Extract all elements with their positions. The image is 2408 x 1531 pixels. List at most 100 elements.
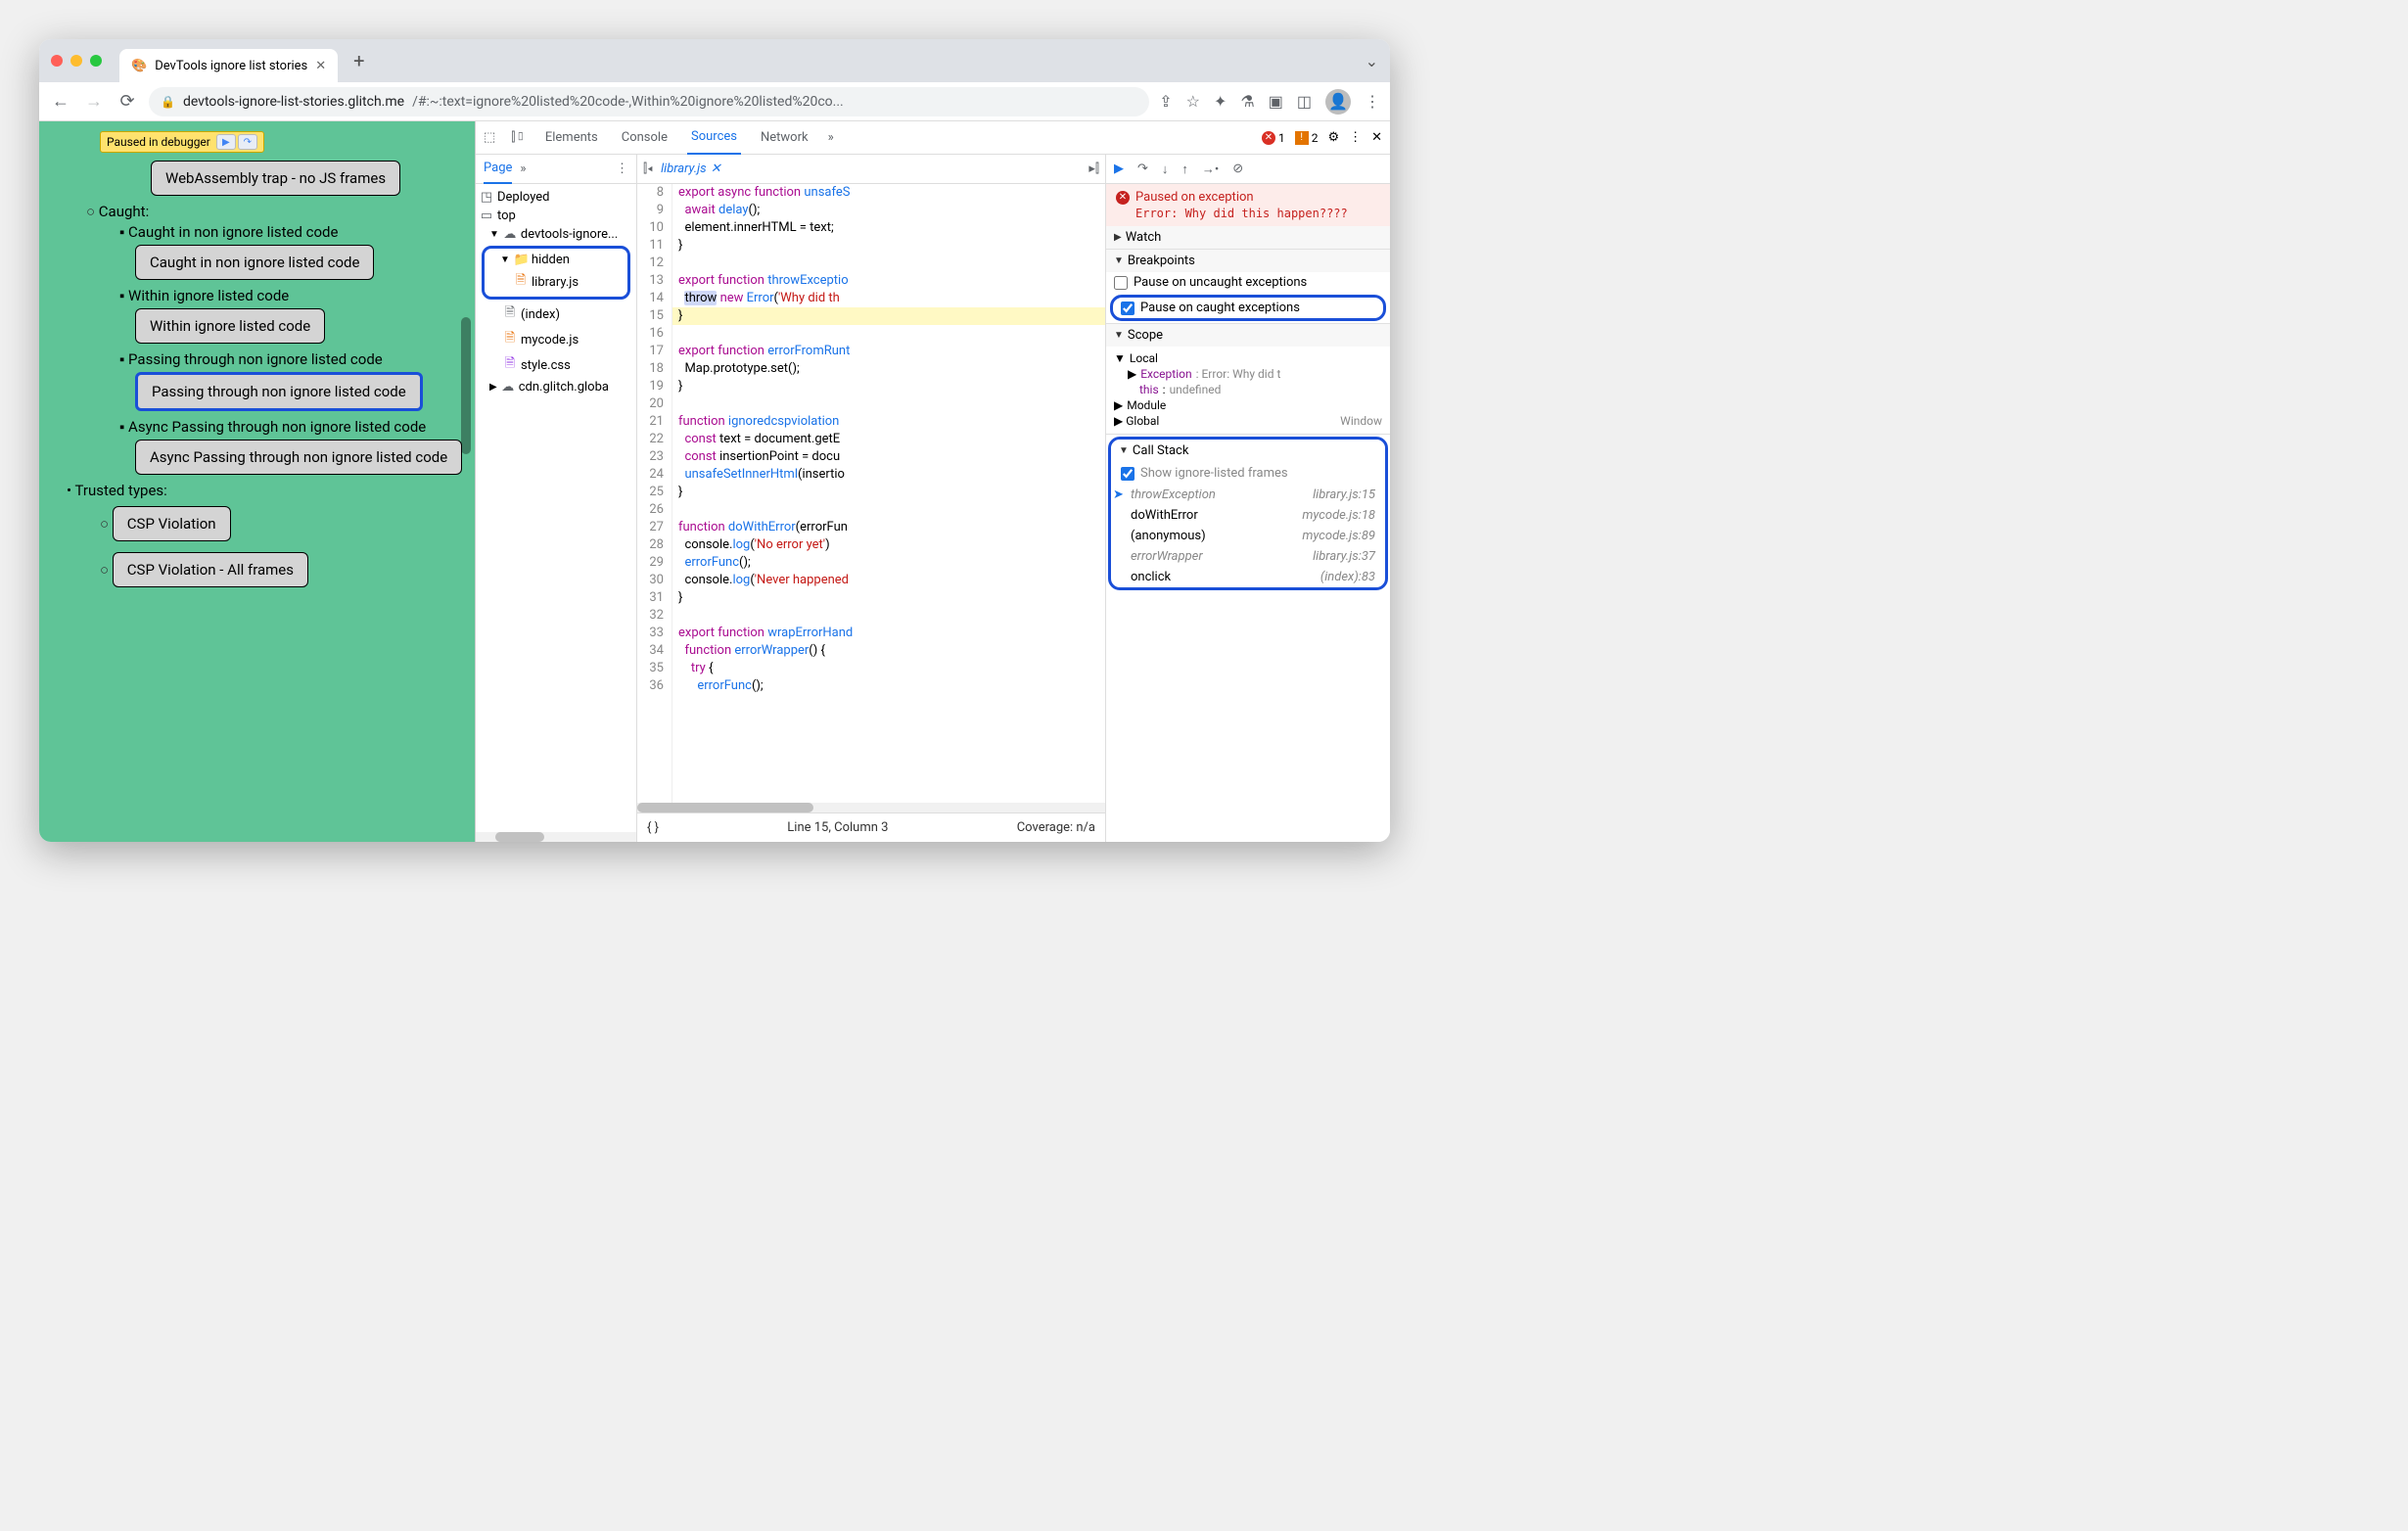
lock-icon: 🔒 <box>161 95 175 109</box>
toggle-sidebar-icon[interactable]: ▸⫿ <box>1088 162 1099 176</box>
menu-icon[interactable]: ⋮ <box>1365 92 1380 111</box>
browser-tab[interactable]: 🎨 DevTools ignore list stories ✕ <box>119 49 338 82</box>
devtools-body: Page » ⋮ ◳Deployed ▭top ▼☁devtools-ignor… <box>476 155 1390 842</box>
titlebar: 🎨 DevTools ignore list stories ✕ + ⌄ <box>39 39 1390 82</box>
within-button[interactable]: Within ignore listed code <box>135 308 325 344</box>
extension-icon-2[interactable]: ◫ <box>1297 92 1312 111</box>
address-bar[interactable]: 🔒 devtools-ignore-list-stories.glitch.me… <box>149 87 1149 116</box>
code-area[interactable]: 8910111213141516171819202122232425262728… <box>637 184 1105 803</box>
tree-index[interactable]: 🗎(index) <box>476 302 636 327</box>
tree-hidden-folder[interactable]: ▼📁hidden <box>486 251 625 269</box>
paused-label: Paused in debugger <box>107 135 210 149</box>
tree-style-css[interactable]: 🗎style.css <box>476 352 636 378</box>
extensions-icon[interactable]: ✦ <box>1214 92 1227 111</box>
callstack-frame[interactable]: throwExceptionlibrary.js:15 <box>1111 485 1385 505</box>
page-scrollbar[interactable] <box>461 317 471 454</box>
toolbar-actions: ⇪ ☆ ✦ ⚗ ▣ ◫ 👤 ⋮ <box>1159 89 1380 115</box>
debugger-toolbar: ▶ ↷ ↓ ↑ →• ⊘ <box>1106 155 1390 184</box>
close-tab-button[interactable]: ✕ <box>315 59 326 73</box>
callstack-frame[interactable]: doWithErrormycode.js:18 <box>1111 505 1385 526</box>
labs-icon[interactable]: ⚗ <box>1240 92 1254 111</box>
pause-caught-checkbox[interactable]: Pause on caught exceptions <box>1113 298 1383 318</box>
close-file-icon[interactable]: ✕ <box>711 162 721 176</box>
scope-panel-header[interactable]: ▼Scope <box>1106 324 1390 347</box>
within-li: Within ignore listed code <box>128 287 289 304</box>
errors-badge[interactable]: ✕1 <box>1262 131 1285 145</box>
tree-top[interactable]: ▭top <box>476 207 636 225</box>
paused-on-exception: ✕Paused on exception Error: Why did this… <box>1106 184 1390 226</box>
resume-icon[interactable]: ▶ <box>216 134 236 150</box>
resume-button[interactable]: ▶ <box>1114 162 1124 176</box>
page-viewport: Paused in debugger ▶ ↷ WebAssembly trap … <box>39 121 475 842</box>
share-icon[interactable]: ⇪ <box>1159 92 1172 111</box>
callstack-frame[interactable]: (anonymous)mycode.js:89 <box>1111 526 1385 546</box>
editor-status-bar: { } Line 15, Column 3 Coverage: n/a <box>637 812 1105 842</box>
caught-button[interactable]: Caught in non ignore listed code <box>135 245 374 280</box>
code-horizontal-scrollbar[interactable] <box>637 803 1105 812</box>
tab-favicon: 🎨 <box>131 59 147 73</box>
more-tabs-icon[interactable]: » <box>828 130 834 145</box>
maximize-window-button[interactable] <box>90 55 102 67</box>
format-icon[interactable]: { } <box>647 820 659 835</box>
scope-exception[interactable]: ▶Exception: Error: Why did t <box>1114 366 1382 382</box>
url-domain: devtools-ignore-list-stories.glitch.me <box>183 94 404 110</box>
forward-button[interactable]: → <box>82 91 106 112</box>
step-over-button[interactable]: ↷ <box>1137 162 1148 176</box>
tree-cdn[interactable]: ▶☁cdn.glitch.globa <box>476 378 636 396</box>
settings-icon[interactable]: ⚙ <box>1327 130 1339 145</box>
inspect-icon[interactable]: ⬚ <box>484 130 495 145</box>
step-out-button[interactable]: ↑ <box>1181 162 1188 177</box>
scope-global[interactable]: ▶ GlobalWindow <box>1114 413 1382 430</box>
tree-origin[interactable]: ▼☁devtools-ignore... <box>476 225 636 244</box>
show-ignored-frames-checkbox[interactable]: Show ignore-listed frames <box>1111 462 1385 485</box>
device-icon[interactable]: ⫿▯ <box>511 130 526 145</box>
kebab-icon[interactable]: ⋮ <box>1349 130 1362 145</box>
breakpoints-panel-header[interactable]: ▼Breakpoints <box>1106 250 1390 272</box>
tree-library-js[interactable]: 🗎library.js <box>486 269 625 295</box>
navigator-kebab-icon[interactable]: ⋮ <box>616 162 628 176</box>
scope-module[interactable]: ▶Module <box>1114 397 1382 413</box>
minimize-window-button[interactable] <box>70 55 82 67</box>
tree-mycode-js[interactable]: 🗎mycode.js <box>476 327 636 352</box>
deactivate-breakpoints-button[interactable]: ⊘ <box>1232 162 1243 176</box>
step-over-icon[interactable]: ↷ <box>238 134 257 150</box>
async-button[interactable]: Async Passing through non ignore listed … <box>135 440 462 475</box>
tabs-dropdown-icon[interactable]: ⌄ <box>1366 52 1378 70</box>
navigator-scrollbar[interactable] <box>476 832 636 842</box>
watch-panel-header[interactable]: ▶Watch <box>1106 226 1390 249</box>
close-window-button[interactable] <box>51 55 63 67</box>
csp-violation-button[interactable]: CSP Violation <box>113 506 231 541</box>
toggle-nav-icon[interactable]: ⫿◂ <box>643 162 653 176</box>
tab-elements[interactable]: Elements <box>541 121 602 155</box>
new-tab-button[interactable]: + <box>353 49 364 72</box>
step-into-button[interactable]: ↓ <box>1162 162 1169 177</box>
bookmark-icon[interactable]: ☆ <box>1186 92 1200 111</box>
callstack-frame[interactable]: onclick(index):83 <box>1111 567 1385 587</box>
close-devtools-icon[interactable]: ✕ <box>1371 130 1382 145</box>
callstack-frame[interactable]: errorWrapperlibrary.js:37 <box>1111 546 1385 567</box>
code-editor: ⫿◂ library.js ✕ ▸⫿ 891011121314151617181… <box>637 155 1106 842</box>
reload-button[interactable]: ⟳ <box>116 91 139 112</box>
navigator-tab-page[interactable]: Page <box>484 155 512 184</box>
profile-avatar[interactable]: 👤 <box>1325 89 1351 115</box>
url-path: /#:~:text=ignore%20listed%20code-,Within… <box>412 94 844 110</box>
file-tree: ◳Deployed ▭top ▼☁devtools-ignore... ▼📁hi… <box>476 184 636 400</box>
scope-local[interactable]: ▼Local <box>1114 350 1382 366</box>
pause-uncaught-checkbox[interactable]: Pause on uncaught exceptions <box>1106 272 1390 293</box>
callstack-panel-header[interactable]: ▼Call Stack <box>1111 440 1385 462</box>
step-button[interactable]: →• <box>1202 162 1219 177</box>
warnings-badge[interactable]: !2 <box>1295 131 1319 145</box>
back-button[interactable]: ← <box>49 91 72 112</box>
coverage-status: Coverage: n/a <box>1017 820 1095 835</box>
csp-violation-all-button[interactable]: CSP Violation - All frames <box>113 552 308 587</box>
browser-window: 🎨 DevTools ignore list stories ✕ + ⌄ ← →… <box>39 39 1390 842</box>
tree-deployed[interactable]: ◳Deployed <box>476 188 636 207</box>
tab-sources[interactable]: Sources <box>687 121 741 155</box>
file-tab-library[interactable]: library.js ✕ <box>661 162 721 176</box>
tab-console[interactable]: Console <box>618 121 671 155</box>
tab-network[interactable]: Network <box>757 121 812 155</box>
passing-button[interactable]: Passing through non ignore listed code <box>135 372 423 411</box>
navigator-more-icon[interactable]: » <box>520 162 526 176</box>
wasm-trap-button[interactable]: WebAssembly trap - no JS frames <box>151 161 400 196</box>
extension-icon-1[interactable]: ▣ <box>1269 92 1283 111</box>
